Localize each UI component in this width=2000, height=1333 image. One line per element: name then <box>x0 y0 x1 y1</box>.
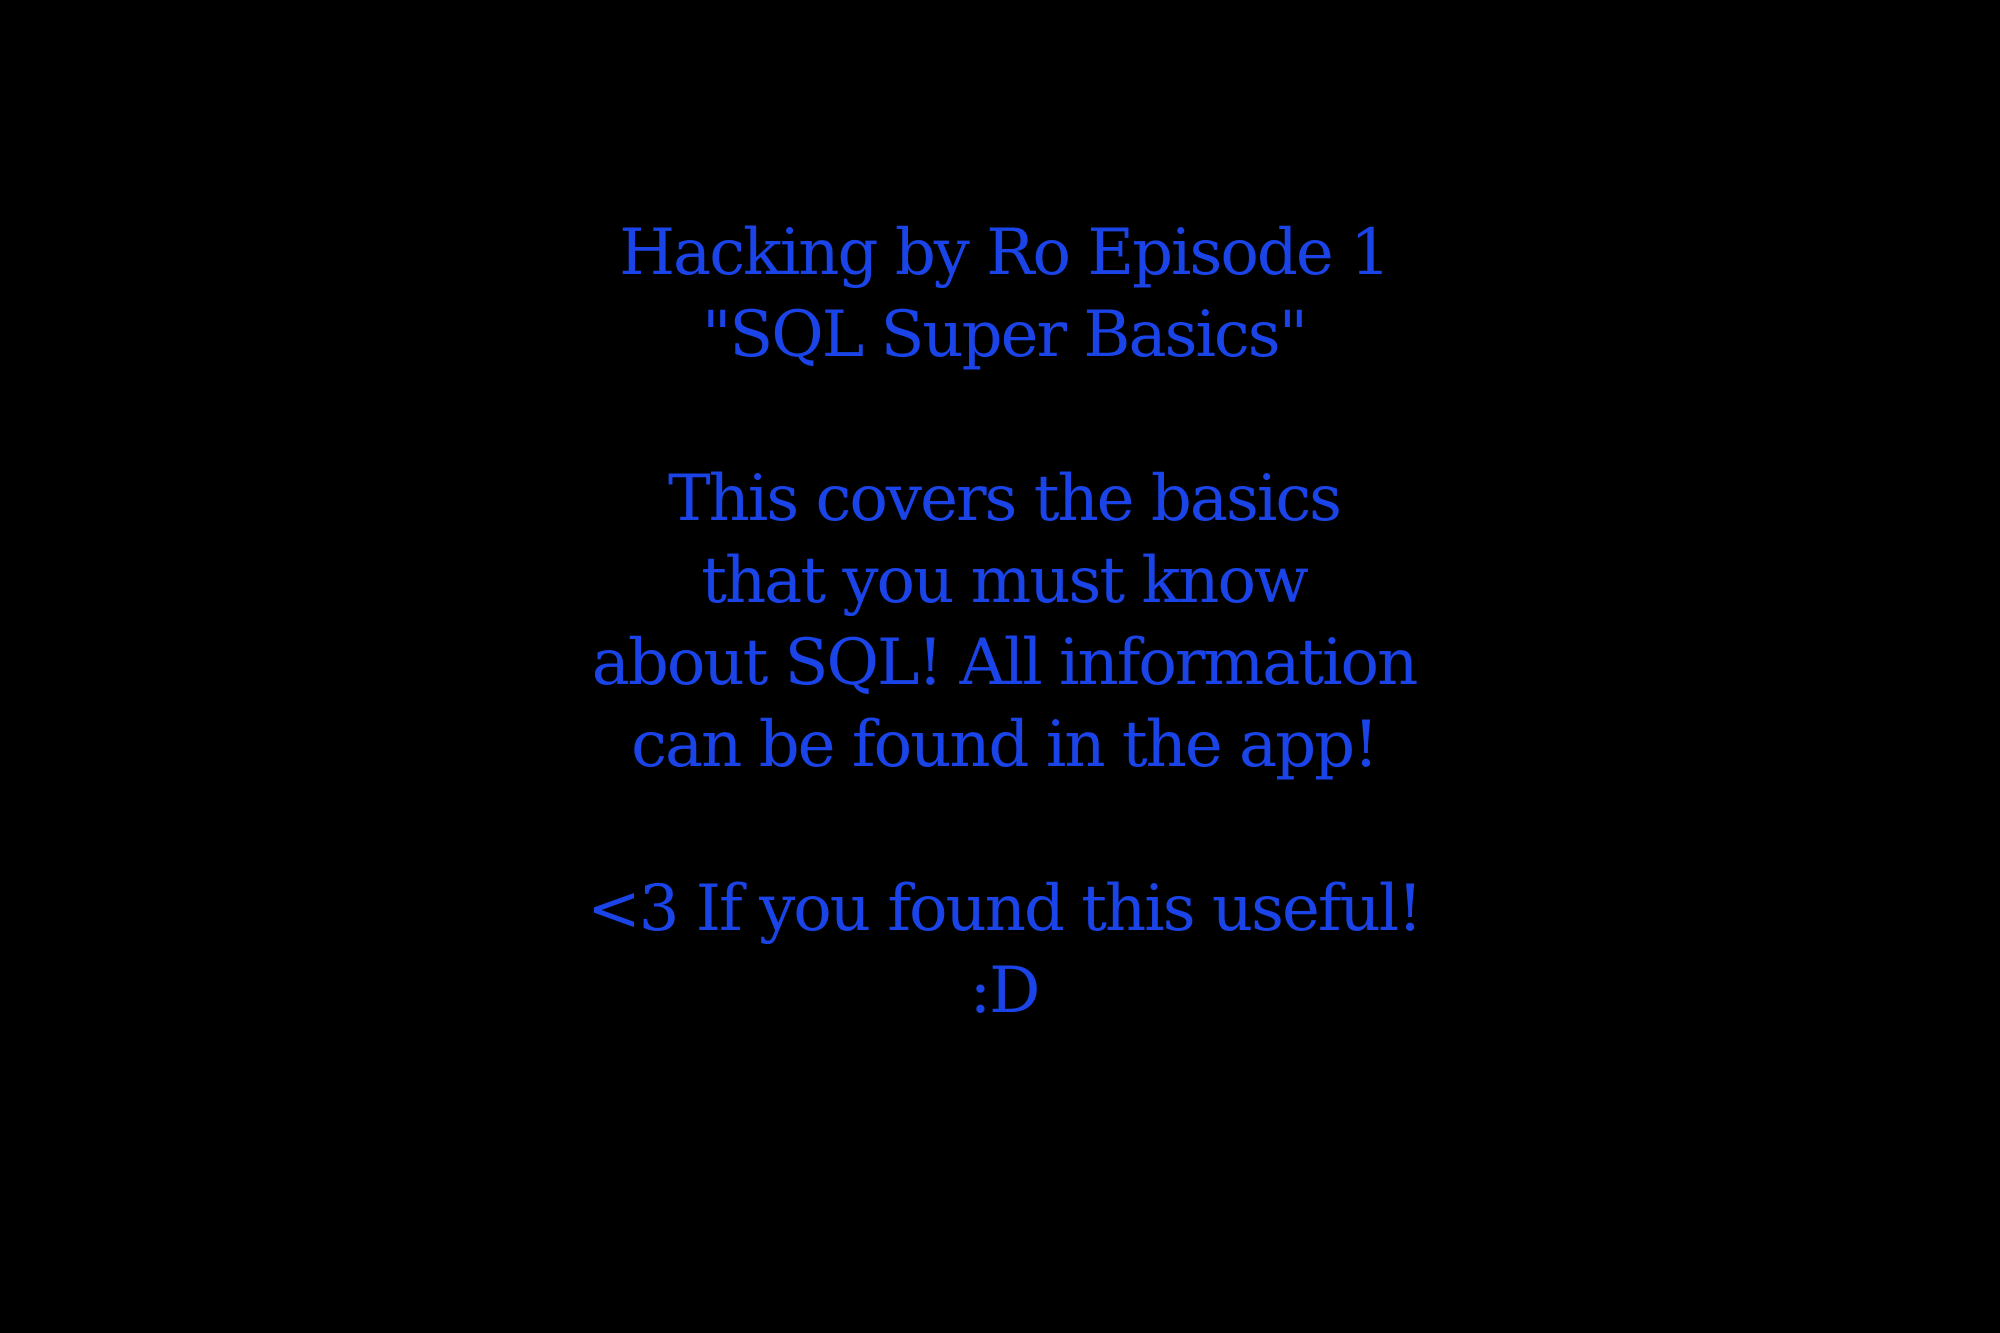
title-line-1: Hacking by Ro Episode 1 <box>619 216 1391 290</box>
body-line-1: This covers the basics <box>667 462 1342 536</box>
body-line-3: about SQL! All information <box>591 626 1419 700</box>
closing-line-2: :D <box>969 954 1041 1028</box>
body-line-4: can be found in the app! <box>631 708 1379 782</box>
body-line-2: that you must know <box>701 544 1309 618</box>
title-line-2: "SQL Super Basics" <box>701 298 1308 372</box>
slide-canvas: Hacking by Ro Episode 1 "SQL Super Basic… <box>0 0 2000 1333</box>
slide-text: Hacking by Ro Episode 1 "SQL Super Basic… <box>0 212 2000 1032</box>
closing-line-1: <3 If you found this useful! <box>587 872 1423 946</box>
